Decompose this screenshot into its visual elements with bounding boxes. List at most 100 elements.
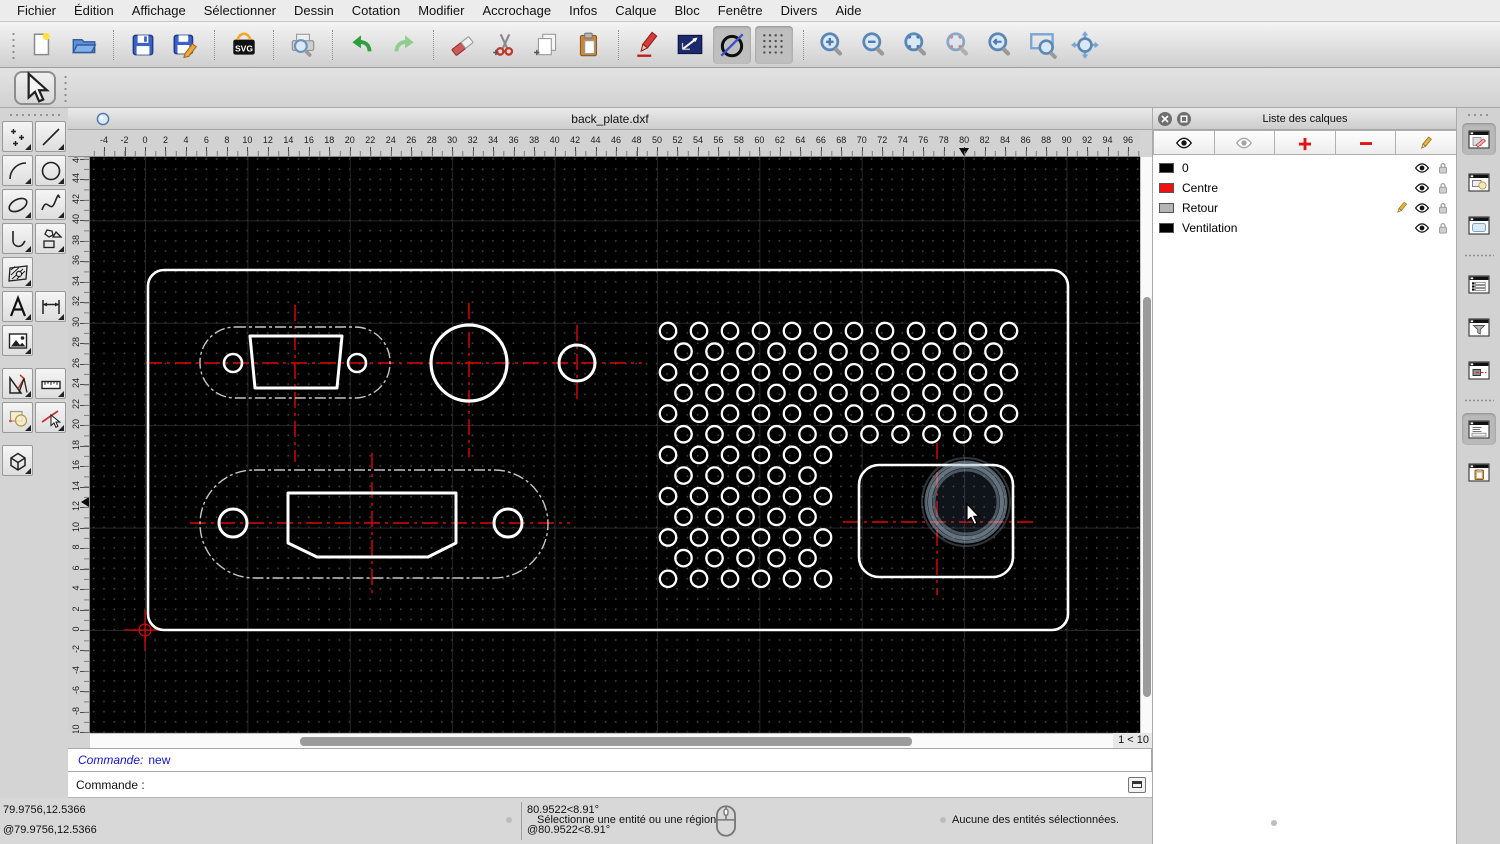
vent-hole[interactable] [720, 569, 740, 589]
save-as-button[interactable] [166, 26, 204, 64]
vent-hole[interactable] [751, 445, 771, 465]
print-preview-button[interactable] [284, 26, 322, 64]
menu-item-bloc[interactable]: Bloc [665, 3, 708, 18]
edit-layer-button[interactable] [1396, 130, 1457, 155]
paste-button[interactable] [570, 26, 608, 64]
vent-hole[interactable] [968, 362, 988, 382]
vent-hole[interactable] [829, 383, 848, 403]
vent-hole[interactable] [906, 321, 926, 341]
vent-hole[interactable] [860, 342, 879, 361]
tool-line-button[interactable] [35, 121, 66, 152]
vent-hole[interactable] [984, 424, 1003, 444]
vent-hole[interactable] [999, 404, 1019, 423]
tool-spline-button[interactable] [35, 189, 66, 220]
vent-hole[interactable] [999, 362, 1019, 382]
layer-panel-titlebar[interactable]: Liste des calques [1153, 108, 1457, 130]
vent-hole[interactable] [937, 404, 957, 423]
vent-hole[interactable] [968, 321, 988, 341]
vent-hole[interactable] [658, 404, 678, 423]
grid-toggle-button[interactable] [755, 25, 793, 64]
vent-hole[interactable] [689, 362, 709, 382]
vent-hole[interactable] [658, 321, 678, 341]
menu-item-fichier[interactable]: Fichier [8, 3, 65, 18]
hide-all-button[interactable] [1214, 130, 1276, 155]
dock-pen-widget-button[interactable] [1462, 354, 1496, 386]
vent-hole[interactable] [844, 362, 864, 382]
zoom-selection-button[interactable] [940, 26, 978, 64]
vent-hole[interactable] [798, 342, 817, 361]
vent-hole[interactable] [798, 548, 817, 568]
vent-hole[interactable] [891, 383, 910, 403]
vent-hole[interactable] [674, 383, 693, 403]
vent-hole[interactable] [767, 466, 786, 485]
vent-hole[interactable] [984, 383, 1003, 403]
show-all-button[interactable] [1153, 130, 1215, 155]
menu-item-infos[interactable]: Infos [560, 3, 606, 18]
vent-hole[interactable] [844, 321, 864, 341]
remove-layer-button[interactable] [1335, 130, 1397, 155]
vent-hole[interactable] [751, 404, 771, 423]
vent-hole[interactable] [674, 424, 693, 444]
dock-entity-list-button[interactable] [1462, 268, 1496, 300]
vent-hole[interactable] [736, 342, 755, 361]
vent-hole[interactable] [813, 569, 833, 589]
menu-item-affichage[interactable]: Affichage [123, 3, 195, 18]
menu-item-selectionner[interactable]: Sélectionner [195, 3, 285, 18]
vent-hole[interactable] [751, 569, 771, 589]
vent-hole[interactable] [736, 548, 755, 568]
vent-hole[interactable] [860, 383, 879, 403]
vent-hole[interactable] [736, 507, 755, 527]
vent-hole[interactable] [720, 486, 740, 506]
vent-hole[interactable] [720, 445, 740, 465]
layer-visibility-eye-icon[interactable] [1414, 161, 1430, 175]
zoom-previous-button[interactable] [982, 26, 1020, 64]
menu-item-modifier[interactable]: Modifier [409, 3, 473, 18]
dock-clipboard-widget-button[interactable] [1462, 456, 1496, 488]
zoom-out-button[interactable] [856, 26, 894, 64]
vent-hole[interactable] [860, 424, 879, 444]
add-layer-button[interactable] [1275, 130, 1336, 155]
pen-button[interactable] [629, 26, 667, 64]
vent-hole[interactable] [767, 383, 786, 403]
vent-hole[interactable] [891, 342, 910, 361]
layer-visibility-eye-icon[interactable] [1414, 181, 1430, 195]
vent-hole[interactable] [720, 321, 740, 341]
tool-polyline-button[interactable] [2, 223, 33, 254]
dock-filter-button[interactable] [1462, 311, 1496, 343]
menu-item-divers[interactable]: Divers [772, 3, 827, 18]
vent-hole[interactable] [689, 528, 709, 547]
vent-hole[interactable] [798, 507, 817, 527]
dock-block-list-button[interactable] [1462, 166, 1496, 198]
tool-modify-button[interactable] [2, 368, 33, 399]
vent-hole[interactable] [798, 466, 817, 485]
select-tool-button[interactable] [14, 71, 56, 105]
vent-hole[interactable] [767, 342, 786, 361]
vent-hole[interactable] [922, 383, 941, 403]
vent-hole[interactable] [767, 507, 786, 527]
vent-hole[interactable] [782, 569, 802, 589]
tool-solid3d-button[interactable] [2, 445, 33, 476]
vent-hole[interactable] [968, 404, 988, 423]
close-panel-button[interactable] [1158, 111, 1172, 126]
vent-hole[interactable] [658, 362, 678, 382]
vent-hole[interactable] [689, 486, 709, 506]
vent-hole[interactable] [798, 424, 817, 444]
vent-hole[interactable] [705, 548, 724, 568]
vent-hole[interactable] [782, 404, 802, 423]
open-folder-button[interactable] [65, 26, 103, 64]
menu-item-cotation[interactable]: Cotation [343, 3, 409, 18]
vent-hole[interactable] [782, 321, 802, 341]
vent-hole[interactable] [674, 466, 693, 485]
vent-hole[interactable] [813, 362, 833, 382]
vent-hole[interactable] [953, 342, 972, 361]
vertical-scrollbar-thumb[interactable] [1143, 297, 1151, 697]
zoom-window-button[interactable] [1024, 26, 1062, 64]
tool-measure-button[interactable] [35, 368, 66, 399]
vent-hole[interactable] [798, 383, 817, 403]
vent-hole[interactable] [705, 466, 724, 485]
vga-connector[interactable] [248, 334, 344, 390]
eraser-button[interactable] [444, 26, 482, 64]
tool-blocks-button[interactable] [2, 402, 33, 433]
horizontal-scrollbar-thumb[interactable] [300, 737, 912, 746]
command-input[interactable] [152, 774, 1122, 795]
